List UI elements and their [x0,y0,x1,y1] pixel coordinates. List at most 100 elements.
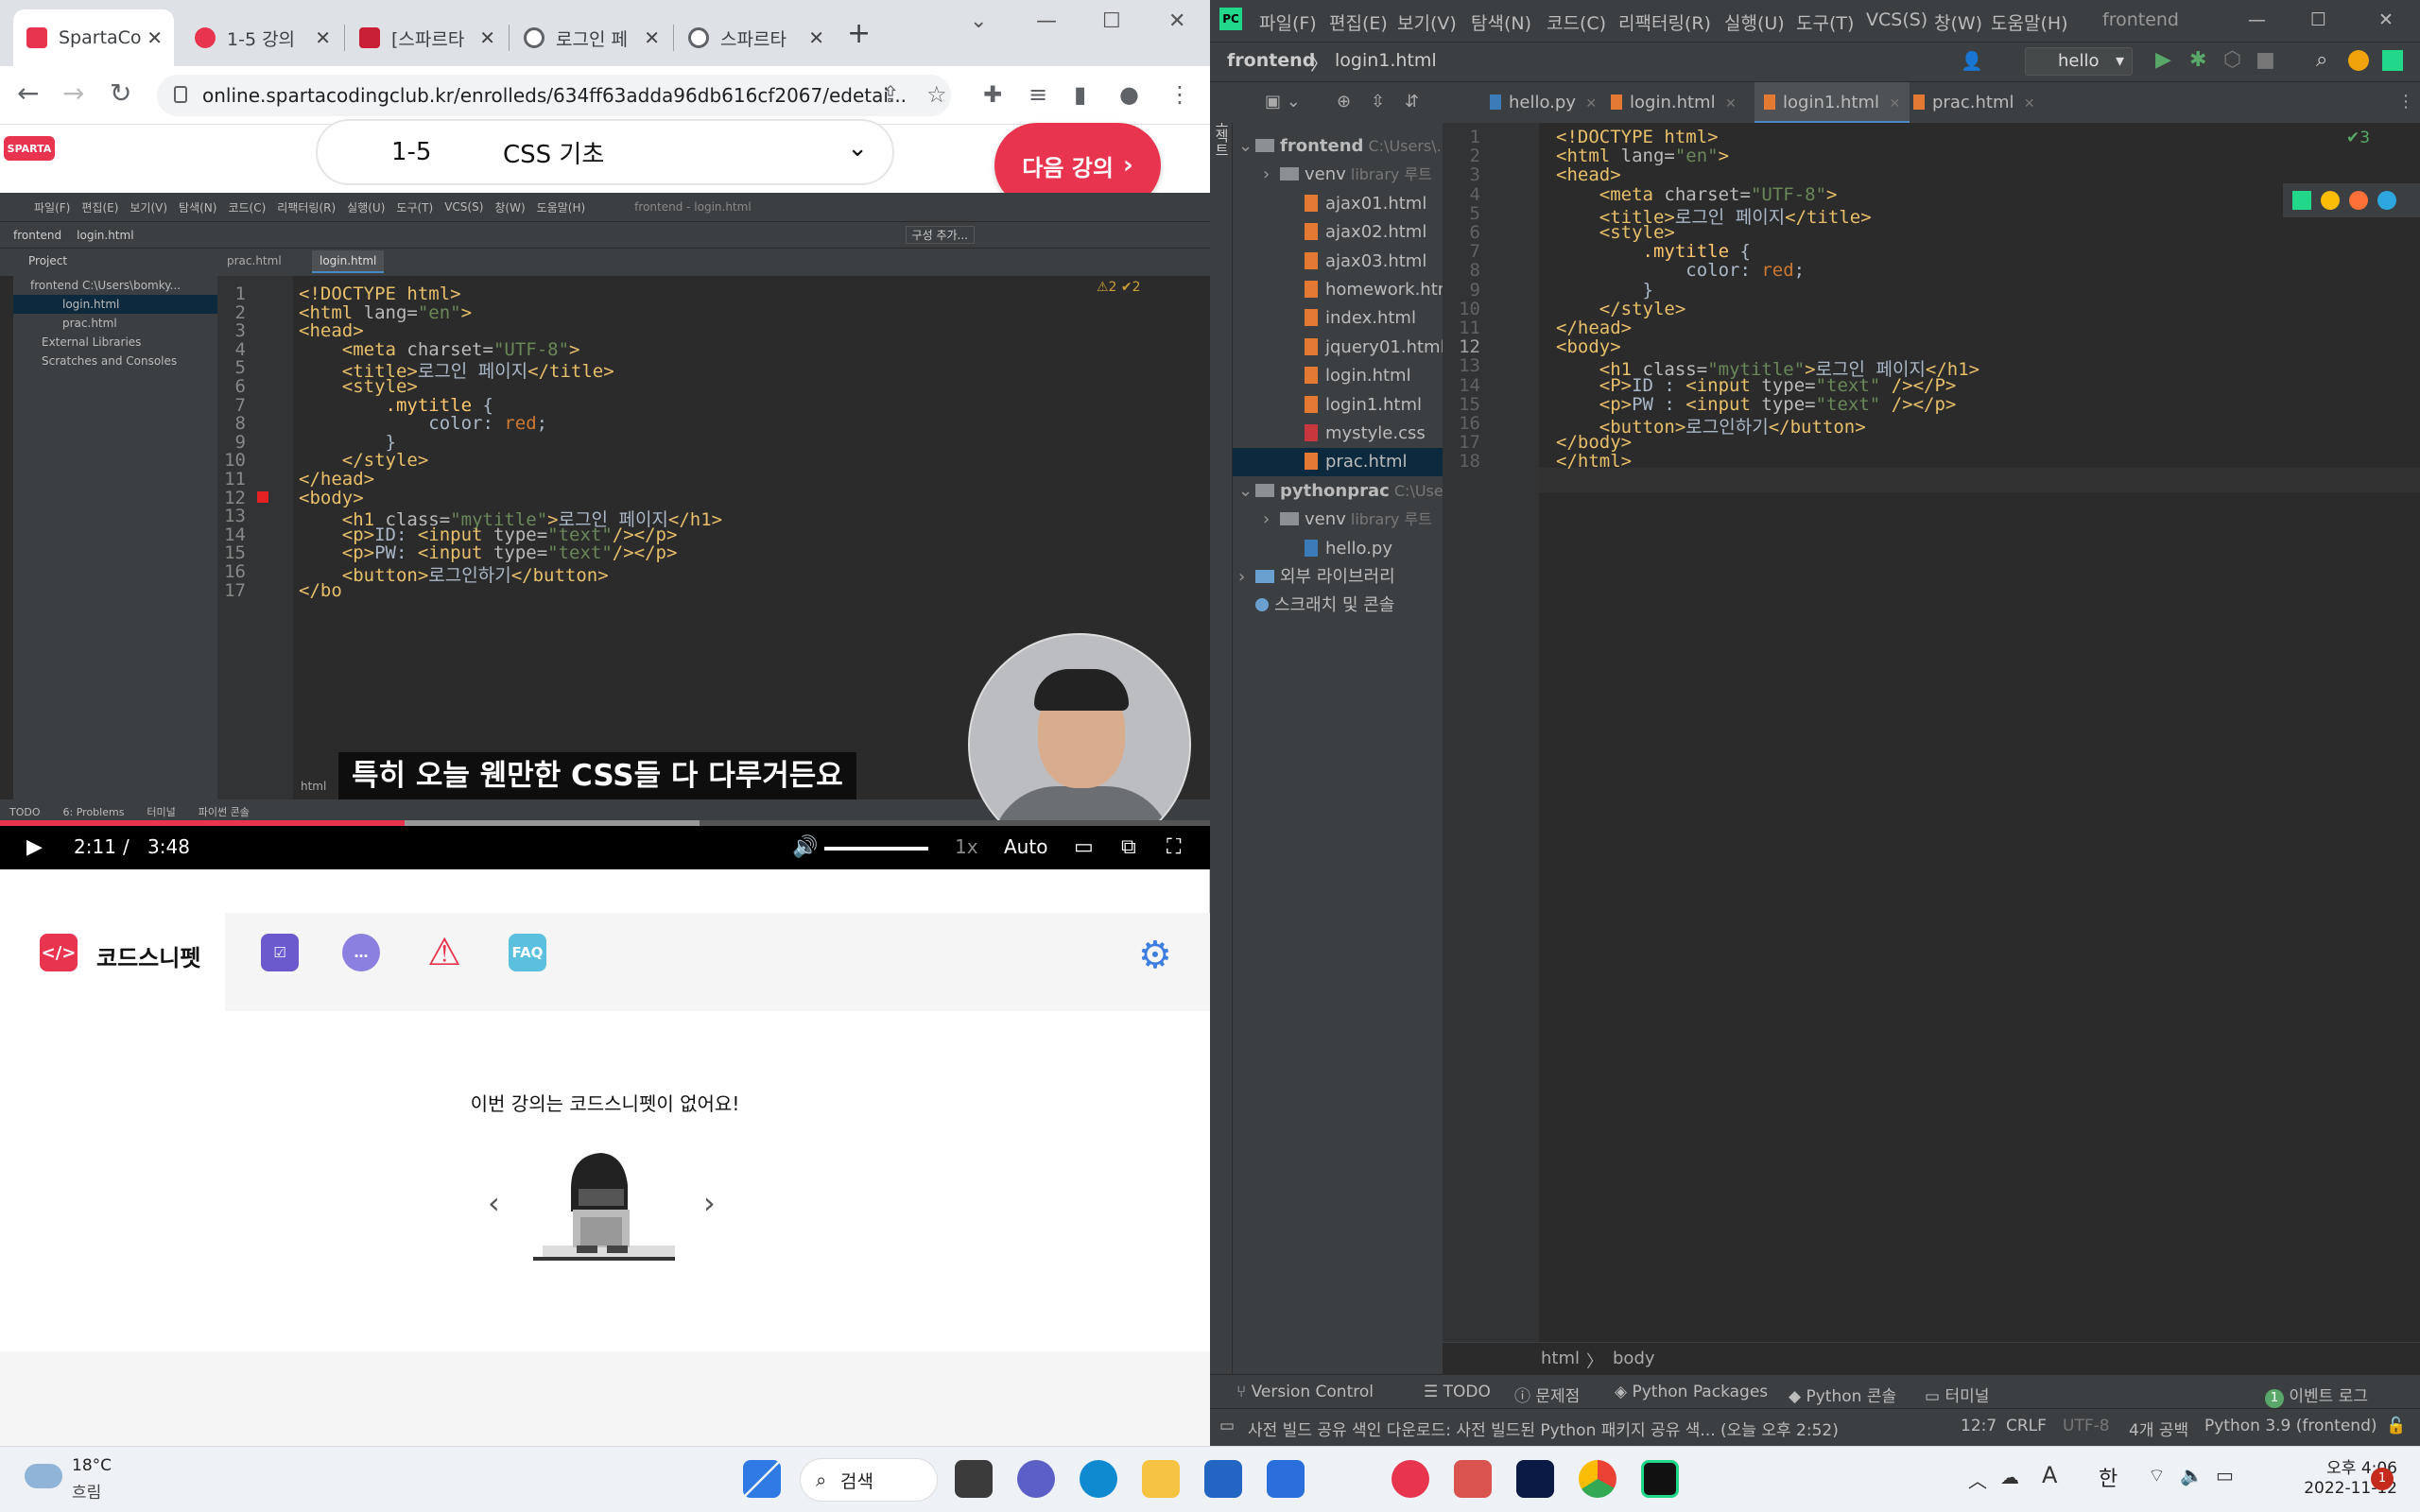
tab-menu-icon[interactable]: ⋮ [2397,92,2414,112]
warning-icon[interactable]: ⚠ [425,931,463,974]
tab-search-chevron-icon[interactable]: ⌄ [970,9,987,33]
code-line[interactable]: <style> [1556,222,1675,243]
edge-icon[interactable] [1080,1460,1117,1498]
code-line[interactable]: <meta charset="UTF-8"> [1556,184,1838,205]
side-panel-icon[interactable]: ▮ [1074,81,1086,108]
chevron-down-icon[interactable]: ⌄ [1238,132,1255,161]
close-tab-icon[interactable]: ✕ [2019,96,2035,112]
sync-icon[interactable] [1454,1460,1492,1498]
editor-tab[interactable]: login.html ✕ [1601,82,1746,124]
faq-icon[interactable]: FAQ [509,934,546,971]
chevron-right-icon[interactable]: › [1263,161,1280,189]
code-line[interactable]: </body> [1556,432,1632,453]
menu-tools[interactable]: 도구(T) [1796,9,1854,35]
tree-item[interactable]: login1.html [1233,391,1443,420]
share-icon[interactable]: ⇪ [881,81,900,108]
bookmark-star-icon[interactable]: ☆ [926,81,947,108]
menu-edit[interactable]: 편집(E) [1329,9,1388,35]
tree-item[interactable]: jquery01.html [1233,334,1443,362]
todo-button[interactable]: ☰ TODO [1424,1383,1491,1401]
menu-window[interactable]: 창(W) [1934,9,1982,35]
battery-icon[interactable]: ▭ [2216,1464,2234,1486]
close-tab-icon[interactable]: ✕ [479,26,495,49]
toolbox-icon[interactable] [2382,50,2403,71]
forward-arrow-icon[interactable]: → [62,77,84,109]
breadcrumb-body[interactable]: body [1613,1349,1655,1368]
locate-icon[interactable]: ⊕ [1337,92,1351,112]
tab-sparta[interactable]: SpartaCo ✕ [13,9,174,66]
tree-item[interactable]: ⌄ pythonprac C:\Use [1233,477,1443,506]
new-tab-icon[interactable]: + [847,17,871,50]
tree-item[interactable]: login.html [1233,362,1443,390]
editor-tab[interactable]: hello.py ✕ [1480,82,1606,124]
coverage-icon[interactable]: ⬡ [2223,48,2241,72]
editor-tab[interactable]: login1.html ✕ [1754,82,1910,124]
menu-file[interactable]: 파일(F) [1259,9,1317,35]
close-window-icon[interactable]: ✕ [1168,9,1185,33]
tree-item[interactable]: › 외부 라이브러리 [1233,563,1443,592]
code-line[interactable]: <!DOCTYPE html> [1556,127,1719,147]
minimize-icon[interactable]: — [1036,9,1057,33]
firefox-browser-icon[interactable] [2349,191,2368,210]
next-arrow-icon[interactable]: › [703,1185,716,1221]
tree-item[interactable]: ajax02.html [1233,218,1443,247]
chrome-icon[interactable] [1579,1460,1616,1498]
prev-arrow-icon[interactable]: ‹ [488,1185,500,1221]
volume-slider[interactable] [824,847,928,850]
close-tab-icon[interactable]: ✕ [808,26,824,49]
menu-vcs[interactable]: VCS(S) [1866,9,1927,30]
user-icon[interactable]: 👤 [1961,50,1983,72]
address-bar[interactable]: online.spartacodingclub.kr/enrolleds/634… [157,75,951,116]
file-explorer-icon[interactable] [1142,1460,1180,1498]
pycharm-icon[interactable] [1641,1460,1679,1498]
tree-item[interactable]: ajax03.html [1233,248,1443,276]
menu-view[interactable]: 보기(V) [1397,9,1457,35]
video-player[interactable]: 파일(F) 편집(E) 보기(V) 탐색(N) 코드(C) 리팩터링(R) 실행… [0,193,1210,869]
close-window-icon[interactable]: ✕ [2378,9,2394,30]
python-packages-button[interactable]: ◈ Python Packages [1615,1383,1768,1401]
terminal-button[interactable]: ▭ 터미널 [1925,1383,1989,1406]
pip-icon[interactable]: ⧉ [1121,835,1136,859]
chrome-browser-icon[interactable] [2321,191,2340,210]
checklist-icon[interactable]: ☑ [261,934,299,971]
close-tab-icon[interactable]: ✕ [315,26,331,49]
lecture-selector[interactable]: 1-5 CSS 기초 ⌄ [316,119,894,185]
project-view-icon[interactable]: ▣ ⌄ [1265,92,1301,112]
back-arrow-icon[interactable]: ← [17,77,39,109]
pycharm-browser-icon[interactable] [2292,191,2311,210]
python-interpreter[interactable]: Python 3.9 (frontend) [2201,1417,2381,1435]
maximize-icon[interactable]: ☐ [2310,9,2326,30]
caret-position[interactable]: 12:7 [1951,1417,1997,1435]
onedrive-icon[interactable]: ☁ [2000,1466,2019,1488]
tree-item[interactable]: › venv library 루트 [1233,161,1443,189]
chevron-right-icon[interactable]: › [1263,506,1280,534]
menu-help[interactable]: 도움말(H) [1991,9,2068,35]
code-line[interactable]: <body> [1556,336,1621,357]
tree-item[interactable]: prac.html [1233,448,1443,477]
close-tab-icon[interactable]: ✕ [644,26,660,49]
weather-desc[interactable]: 흐림 [72,1479,101,1503]
tree-item[interactable]: 스크래치 및 콘솔 [1233,592,1443,620]
menu-run[interactable]: 실행(U) [1724,9,1785,35]
taskbar-search[interactable]: ⌕ 검색 [800,1458,938,1502]
edge-browser-icon[interactable] [2377,191,2396,210]
status-toggle-icon[interactable]: ▭ [1219,1417,1235,1435]
menu-refactor[interactable]: 리팩터링(R) [1618,9,1711,35]
lock-icon[interactable]: 🔓 [2386,1417,2407,1435]
tab-sparta-2[interactable]: 스파르타 ✕ [675,9,836,66]
editor-tab[interactable]: prac.html ✕ [1904,82,2045,124]
store-icon[interactable] [1204,1460,1242,1498]
close-tab-icon[interactable]: ✕ [1721,96,1737,112]
close-tab-icon[interactable]: ✕ [147,26,163,49]
version-control-button[interactable]: ⑂ Version Control [1236,1383,1374,1401]
chat-bubble-icon[interactable]: … [342,934,380,971]
stop-icon[interactable]: ■ [2256,48,2275,72]
chevron-up-icon[interactable]: ︿ [1968,1466,1987,1493]
ime-indicator[interactable]: 한 [2099,1462,2118,1492]
gear-icon[interactable]: ⚙ [1138,934,1172,977]
windows-start-icon[interactable] [743,1460,781,1498]
code-line[interactable]: </head> [1556,318,1632,338]
reload-icon[interactable]: ↻ [110,77,131,109]
app-icon[interactable] [1392,1460,1429,1498]
menu-navigate[interactable]: 탐색(N) [1471,9,1531,35]
